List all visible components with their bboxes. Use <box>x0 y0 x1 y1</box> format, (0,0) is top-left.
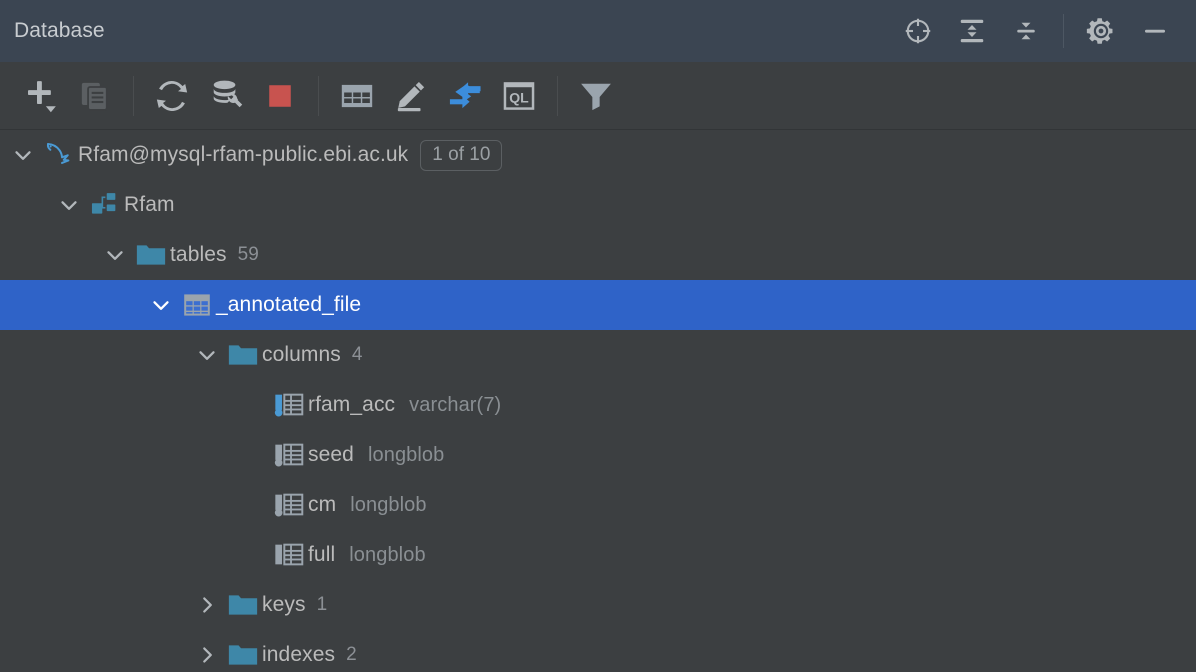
query-console-icon[interactable]: QL <box>492 67 546 125</box>
column-data-type: longblob <box>350 493 427 516</box>
chevron-down-icon[interactable] <box>6 130 40 180</box>
status-badge: 1 of 10 <box>420 139 503 171</box>
tree-row-group-columns[interactable]: columns 4 <box>0 330 1196 380</box>
column-data-type: varchar(7) <box>409 393 502 416</box>
mysql-dolphin-icon <box>40 130 78 180</box>
expand-all-icon[interactable] <box>945 0 999 62</box>
column-key-icon <box>270 380 308 430</box>
column-nullable-icon <box>270 430 308 480</box>
tree-row-column-seed[interactable]: seed longblob <box>0 430 1196 480</box>
tree-row-label: seed <box>308 443 354 466</box>
tree-row-datasource[interactable]: Rfam@mysql-rfam-public.ebi.ac.uk 1 of 10 <box>0 130 1196 180</box>
chevron-right-icon[interactable] <box>190 630 224 672</box>
tree-row-label: full <box>308 543 336 566</box>
tree-row-label: tables <box>170 243 227 266</box>
tree-row-label: indexes <box>262 643 336 666</box>
gear-icon[interactable] <box>1074 0 1128 62</box>
column-data-type: longblob <box>349 543 426 566</box>
tree-row-group-indexes[interactable]: indexes 2 <box>0 630 1196 672</box>
folder-icon <box>132 230 170 280</box>
folder-icon <box>224 580 262 630</box>
tree-row-label: Rfam <box>124 193 175 216</box>
table-icon <box>178 280 216 330</box>
column-data-type: longblob <box>367 443 445 466</box>
tree-row-table-annotated-file[interactable]: _annotated_file <box>0 280 1196 330</box>
collapse-all-icon[interactable] <box>999 0 1053 62</box>
folder-icon <box>224 630 262 672</box>
database-tool-window-header: Database <box>0 0 1196 62</box>
table-editor-icon[interactable] <box>330 67 384 125</box>
tree-row-label: columns <box>262 343 341 366</box>
stop-icon[interactable] <box>253 67 307 125</box>
svg-text:QL: QL <box>509 89 529 105</box>
tree-row-label: _annotated_file <box>216 293 362 316</box>
database-toolbar: QL <box>0 62 1196 130</box>
schema-icon <box>86 180 124 230</box>
toolbar-separator <box>318 75 319 116</box>
header-actions <box>891 0 1182 62</box>
tree-row-label: cm <box>308 493 337 516</box>
tree-row-group-tables[interactable]: tables 59 <box>0 230 1196 280</box>
filter-icon[interactable] <box>569 67 623 125</box>
db-properties-icon[interactable] <box>199 67 253 125</box>
toolbar-separator <box>133 75 134 116</box>
tree-row-column-full[interactable]: full longblob <box>0 530 1196 580</box>
tree-row-count: 2 <box>346 644 357 665</box>
tree-row-column-rfam-acc[interactable]: rfam_acc varchar(7) <box>0 380 1196 430</box>
header-separator <box>1063 14 1064 48</box>
tree-row-count: 4 <box>351 344 363 365</box>
tree-row-label: keys <box>262 593 306 616</box>
tree-row-label: rfam_acc <box>308 393 396 416</box>
column-nullable-icon <box>270 480 308 530</box>
chevron-down-icon[interactable] <box>144 280 178 330</box>
copy-icon[interactable] <box>68 67 122 125</box>
tree-indent-spacer <box>236 530 270 580</box>
tree-indent-spacer <box>236 430 270 480</box>
edit-icon[interactable] <box>384 67 438 125</box>
tree-row-label: Rfam@mysql-rfam-public.ebi.ac.uk <box>78 143 409 166</box>
chevron-down-icon[interactable] <box>98 230 132 280</box>
column-icon <box>270 530 308 580</box>
tree-indent-spacer <box>236 480 270 530</box>
sync-icon[interactable] <box>438 67 492 125</box>
minimize-icon[interactable] <box>1128 0 1182 62</box>
chevron-down-icon[interactable] <box>52 180 86 230</box>
tree-row-schema-rfam[interactable]: Rfam <box>0 180 1196 230</box>
tree-row-count: 1 <box>316 594 328 615</box>
database-tree[interactable]: Rfam@mysql-rfam-public.ebi.ac.uk 1 of 10 … <box>0 130 1196 672</box>
folder-icon <box>224 330 262 380</box>
add-icon[interactable] <box>14 67 68 125</box>
chevron-down-icon[interactable] <box>190 330 224 380</box>
chevron-right-icon[interactable] <box>190 580 224 630</box>
tree-row-group-keys[interactable]: keys 1 <box>0 580 1196 630</box>
toolbar-separator <box>557 75 558 116</box>
page-title: Database <box>14 19 105 42</box>
tree-indent-spacer <box>236 380 270 430</box>
tree-row-column-cm[interactable]: cm longblob <box>0 480 1196 530</box>
locate-icon[interactable] <box>891 0 945 62</box>
refresh-icon[interactable] <box>145 67 199 125</box>
tree-row-count: 59 <box>237 244 259 265</box>
